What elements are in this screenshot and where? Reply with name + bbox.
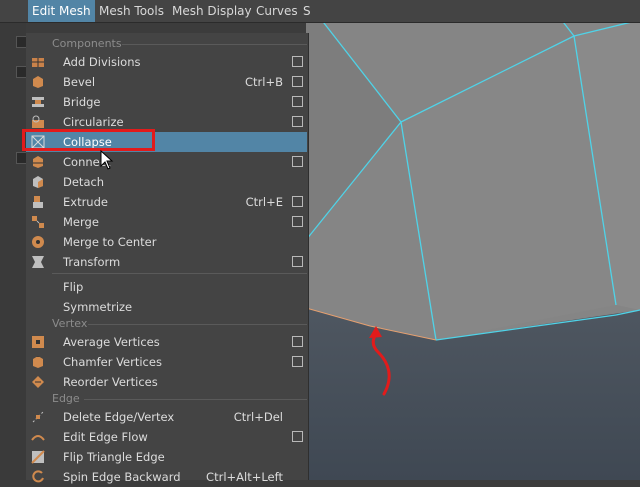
detach-icon: [33, 176, 43, 188]
option-box[interactable]: [292, 56, 303, 67]
option-box[interactable]: [292, 96, 303, 107]
spin-edge-backward-icon: [32, 470, 44, 483]
menu-item-add-divisions[interactable]: Add Divisions: [26, 52, 307, 72]
menu-item-label: Flip Triangle Edge: [63, 450, 165, 464]
transform-icon: [32, 256, 44, 268]
annotation-highlight-box: [22, 129, 155, 151]
connect-icon: [33, 156, 43, 168]
menu-item-delete-edge-vertex[interactable]: Delete Edge/Vertex Ctrl+Del: [26, 407, 307, 427]
section-divider: [84, 399, 307, 400]
left-toolbar-strip: [0, 22, 27, 480]
section-divider: [122, 44, 307, 45]
menu-item-label: Delete Edge/Vertex: [63, 410, 175, 424]
menu-item-label: Spin Edge Backward: [63, 470, 181, 484]
3d-viewport[interactable]: [306, 0, 640, 480]
menu-item-label: Bridge: [63, 95, 101, 109]
option-box[interactable]: [292, 336, 303, 347]
menu-item-shortcut: Ctrl+Alt+Left: [206, 470, 283, 484]
option-box[interactable]: [292, 256, 303, 267]
option-box[interactable]: [292, 431, 303, 442]
mesh-wireframe: [306, 0, 640, 341]
menu-mesh-display[interactable]: Mesh Display: [168, 0, 256, 22]
section-divider: [88, 324, 307, 325]
delete-edge-vertex-icon: [32, 411, 44, 423]
menu-item-label: Merge: [63, 215, 99, 229]
menu-item-label: Bevel: [63, 75, 96, 89]
reorder-vertices-icon: [32, 376, 44, 388]
chamfer-vertices-icon: [33, 356, 43, 368]
circularize-icon: [32, 115, 44, 128]
menu-item-shortcut: Ctrl+E: [245, 195, 283, 209]
option-box[interactable]: [292, 156, 303, 167]
menu-item-label: Extrude: [63, 195, 108, 209]
menu-item-label: Transform: [63, 255, 121, 269]
menu-item-edit-edge-flow[interactable]: Edit Edge Flow: [26, 427, 307, 447]
menu-item-transform[interactable]: Transform: [26, 252, 307, 272]
menu-item-shortcut: Ctrl+B: [245, 75, 283, 89]
extrude-icon: [33, 196, 43, 208]
menu-item-bridge[interactable]: Bridge: [26, 92, 307, 112]
menu-item-label: Average Vertices: [63, 335, 160, 349]
edit-edge-flow-icon: [31, 435, 45, 441]
menu-item-label: Add Divisions: [63, 55, 141, 69]
menu-edit-mesh[interactable]: Edit Mesh: [28, 0, 95, 22]
menu-item-bevel[interactable]: Bevel Ctrl+B: [26, 72, 307, 92]
option-box[interactable]: [292, 76, 303, 87]
menu-item-connect[interactable]: Connect: [26, 152, 307, 172]
merge-to-center-icon: [32, 236, 44, 248]
menu-mesh-tools[interactable]: Mesh Tools: [95, 0, 168, 22]
menu-item-average-vertices[interactable]: Average Vertices: [26, 332, 307, 352]
menu-item-merge-to-center[interactable]: Merge to Center: [26, 232, 307, 252]
menu-item-detach[interactable]: Detach: [26, 172, 307, 192]
menu-item-spin-edge-backward[interactable]: Spin Edge Backward Ctrl+Alt+Left: [26, 467, 307, 487]
menu-item-flip[interactable]: Flip: [26, 277, 307, 297]
main-menu-bar: Edit Mesh Mesh Tools Mesh Display Curves…: [0, 0, 640, 23]
menu-separator: [52, 273, 307, 274]
bevel-icon: [33, 76, 43, 88]
menu-item-shortcut: Ctrl+Del: [233, 410, 283, 424]
edit-mesh-dropdown: Components Add Divisions Bevel Ctrl+B Br…: [26, 33, 309, 484]
menu-item-symmetrize[interactable]: Symmetrize: [26, 297, 307, 317]
average-vertices-icon: [32, 336, 44, 348]
menu-item-extrude[interactable]: Extrude Ctrl+E: [26, 192, 307, 212]
menu-item-label: Flip: [63, 280, 84, 294]
red-curved-arrow: [369, 326, 391, 396]
add-divisions-icon: [32, 58, 44, 67]
section-header-components: Components: [52, 37, 122, 50]
menu-item-label: Chamfer Vertices: [63, 355, 162, 369]
flip-triangle-edge-icon: [31, 450, 45, 464]
option-box[interactable]: [292, 116, 303, 127]
section-header-edge: Edge: [52, 392, 80, 405]
option-box[interactable]: [292, 196, 303, 207]
menu-item-label: Merge to Center: [63, 235, 157, 249]
section-header-vertex: Vertex: [52, 317, 88, 330]
merge-icon: [32, 216, 44, 228]
menu-item-label: Symmetrize: [63, 300, 133, 314]
option-box[interactable]: [292, 216, 303, 227]
menu-surfaces-truncated[interactable]: S: [299, 0, 315, 22]
menu-item-chamfer-vertices[interactable]: Chamfer Vertices: [26, 352, 307, 372]
menu-item-label: Edit Edge Flow: [63, 430, 148, 444]
bridge-icon: [32, 97, 44, 107]
mouse-pointer-icon: [100, 150, 114, 170]
menu-item-reorder-vertices[interactable]: Reorder Vertices: [26, 372, 307, 392]
menu-item-label: Detach: [63, 175, 105, 189]
option-box[interactable]: [292, 356, 303, 367]
menu-curves[interactable]: Curves: [252, 0, 302, 22]
menu-item-merge[interactable]: Merge: [26, 212, 307, 232]
menu-item-label: Reorder Vertices: [63, 375, 158, 389]
menu-item-flip-triangle-edge[interactable]: Flip Triangle Edge: [26, 447, 307, 467]
